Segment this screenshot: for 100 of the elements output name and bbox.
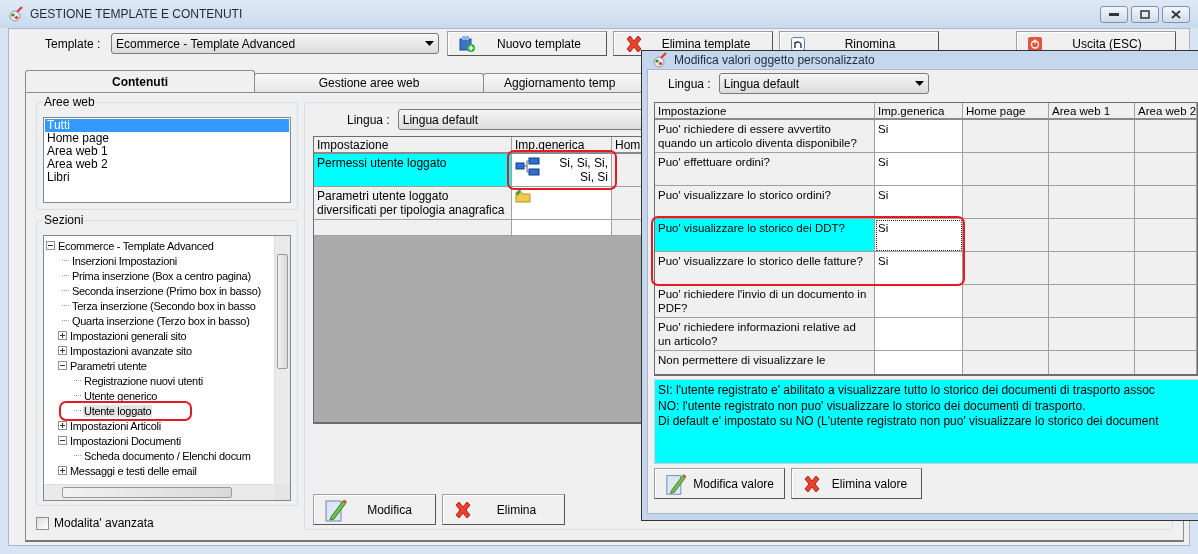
tree-item[interactable]: Scheda documento / Elenchi docum <box>83 449 252 462</box>
value-cell[interactable]: Si <box>875 153 963 186</box>
value-cell[interactable]: Si <box>875 120 963 153</box>
window-title: GESTIONE TEMPLATE E CONTENUTI <box>30 7 243 21</box>
rename-icon <box>790 35 806 52</box>
language-dropdown[interactable]: Lingua default <box>718 73 929 94</box>
expand-icon[interactable] <box>58 466 67 475</box>
column-header: Area web 1 <box>1049 103 1135 120</box>
vertical-scrollbar[interactable] <box>274 236 290 484</box>
dropdown-arrow-icon <box>425 41 434 46</box>
minimize-button[interactable] <box>1100 5 1128 23</box>
value-text: Si <box>878 254 889 268</box>
setting-cell[interactable]: Puo' visualizzare lo storico dei DDT? <box>655 219 875 252</box>
horizontal-scrollbar[interactable] <box>44 484 274 500</box>
group-title: Aree web <box>43 95 96 109</box>
expand-icon[interactable] <box>58 346 67 355</box>
button[interactable]: Modifica <box>313 494 436 525</box>
minimize-icon <box>1109 12 1119 16</box>
setting-cell[interactable]: Puo' richiedere l'invio di un documento in PDF? <box>655 285 875 318</box>
restore-icon <box>1140 9 1150 19</box>
value-text: Si <box>878 221 889 235</box>
list-item[interactable]: Area web 1 <box>45 145 289 158</box>
tab[interactable]: Gestione aree web <box>254 73 484 92</box>
cross-icon <box>453 499 473 520</box>
template-label: Template : <box>45 36 102 51</box>
scrollbar-thumb[interactable] <box>62 487 232 498</box>
close-button[interactable] <box>1162 5 1190 23</box>
tree-item[interactable]: Messaggi e testi delle email <box>69 464 198 477</box>
dialog-title: Modifica valori oggetto personalizzato <box>674 53 875 67</box>
tab[interactable]: Contenuti <box>25 70 255 92</box>
list-item[interactable]: Area web 2 <box>45 158 289 171</box>
setting-cell[interactable]: Puo' effettuare ordini? <box>655 153 875 186</box>
collapse-icon[interactable] <box>58 361 67 370</box>
button[interactable]: Elimina <box>442 494 565 525</box>
cross-icon <box>624 33 644 54</box>
scrollbar-thumb[interactable] <box>277 254 288 369</box>
column-header: Impostazione <box>655 103 875 120</box>
value-text: Si <box>878 188 889 202</box>
collapse-icon[interactable] <box>58 436 67 445</box>
setting-cell[interactable]: Puo' visualizzare lo storico ordini? <box>655 186 875 219</box>
value-cell[interactable]: Si <box>875 252 963 285</box>
scrollbar-corner <box>274 484 290 500</box>
description-line: Di default e' impostato su NO (L'utente registrato non puo' visualizzare lo storico dei document <box>658 414 1160 430</box>
value-cell[interactable] <box>875 285 963 318</box>
value-cell[interactable]: Si <box>875 219 963 252</box>
box-plus-icon <box>458 34 476 53</box>
tree-item[interactable]: Impostazioni avanzate sito <box>69 344 193 357</box>
group-title: Sezioni <box>43 213 85 227</box>
tree-item[interactable]: Registrazione nuovi utenti <box>83 374 204 387</box>
list-item[interactable]: Home page <box>45 132 289 145</box>
setting-cell[interactable]: Puo' richiedere informazioni relative ad un articolo? <box>655 318 875 351</box>
aree-web-list[interactable]: Tutti Home page Area web 1 Area web 2 Libri <box>43 117 291 203</box>
button[interactable]: Modifica valore <box>654 468 785 499</box>
template-dropdown[interactable]: Ecommerce - Template Advanced <box>111 33 439 54</box>
value-cell[interactable] <box>875 318 963 351</box>
value-text: Si <box>878 122 889 136</box>
button[interactable]: Elimina valore <box>791 468 922 499</box>
dropdown-arrow-icon <box>914 81 924 86</box>
tree-item[interactable]: Prima inserzione (Box a centro pagina) <box>71 269 252 282</box>
column-header: Area web 2 <box>1135 103 1197 120</box>
tree-item[interactable]: Impostazioni generali sito <box>69 329 188 342</box>
column-header: Impostazione <box>314 137 512 154</box>
setting-cell[interactable]: Puo' richiedere di essere avvertito quando un articolo diventa disponibile? <box>655 120 875 153</box>
checkbox[interactable] <box>36 516 49 530</box>
app-logo-icon <box>8 6 24 22</box>
restore-button[interactable] <box>1131 5 1159 23</box>
expand-icon[interactable] <box>58 331 67 340</box>
tree-item[interactable]: Impostazioni Documenti <box>69 434 182 447</box>
value-text: Si <box>878 155 889 169</box>
collapse-icon[interactable] <box>46 241 55 250</box>
button[interactable]: Nuovo template <box>447 31 607 56</box>
checkbox-label: Modalita' avanzata <box>54 516 154 530</box>
column-header: Home page <box>963 103 1049 120</box>
value-cell[interactable] <box>512 187 612 220</box>
tree-item[interactable]: Quarta inserzione (Terzo box in basso) <box>71 314 251 327</box>
description-line: NO: l'utente registrato non puo' visualizzare lo storico dei documenti di trasporto. <box>658 398 1087 414</box>
tree-item[interactable]: Seconda inserzione (Primo box in basso) <box>71 284 262 297</box>
setting-cell[interactable]: Parametri utente loggato diversificati per tipologia anagrafica <box>314 187 512 220</box>
value-cell[interactable]: Si <box>875 186 963 219</box>
folder-icon <box>515 189 531 203</box>
tree-item[interactable]: Ecommerce - Template Advanced <box>57 239 215 252</box>
value-text: Si, Si, Si, Si, Si <box>558 156 608 184</box>
tree-item[interactable]: Impostazioni Articoli <box>69 419 162 432</box>
tree-item[interactable]: Parametri utente <box>69 359 148 372</box>
tree-item[interactable]: Inserzioni Impostazioni <box>71 254 178 267</box>
setting-cell[interactable]: Permessi utente loggato <box>314 154 512 187</box>
close-icon <box>1171 9 1181 19</box>
tree-item[interactable]: Terza inserzione (Secondo box in basso <box>71 299 257 312</box>
setting-cell[interactable]: Non permettere di visualizzare le <box>655 351 875 374</box>
description-line: SI: l'utente registrato e' abilitato a visualizzare tutto lo storico dei documenti di trasporto assoc <box>658 383 1156 399</box>
list-item[interactable]: Libri <box>45 171 289 184</box>
power-icon <box>1027 35 1043 52</box>
value-cell[interactable]: Si, Si, Si, Si, Si <box>512 154 612 187</box>
language-label: Lingua : <box>668 76 711 91</box>
hierarchy-icon <box>515 156 541 178</box>
column-header: Imp.generica <box>875 103 963 120</box>
expand-icon[interactable] <box>58 421 67 430</box>
tree-item[interactable]: Utente generico <box>83 389 159 402</box>
language-label: Lingua : <box>347 112 390 127</box>
cross-icon <box>802 473 822 494</box>
